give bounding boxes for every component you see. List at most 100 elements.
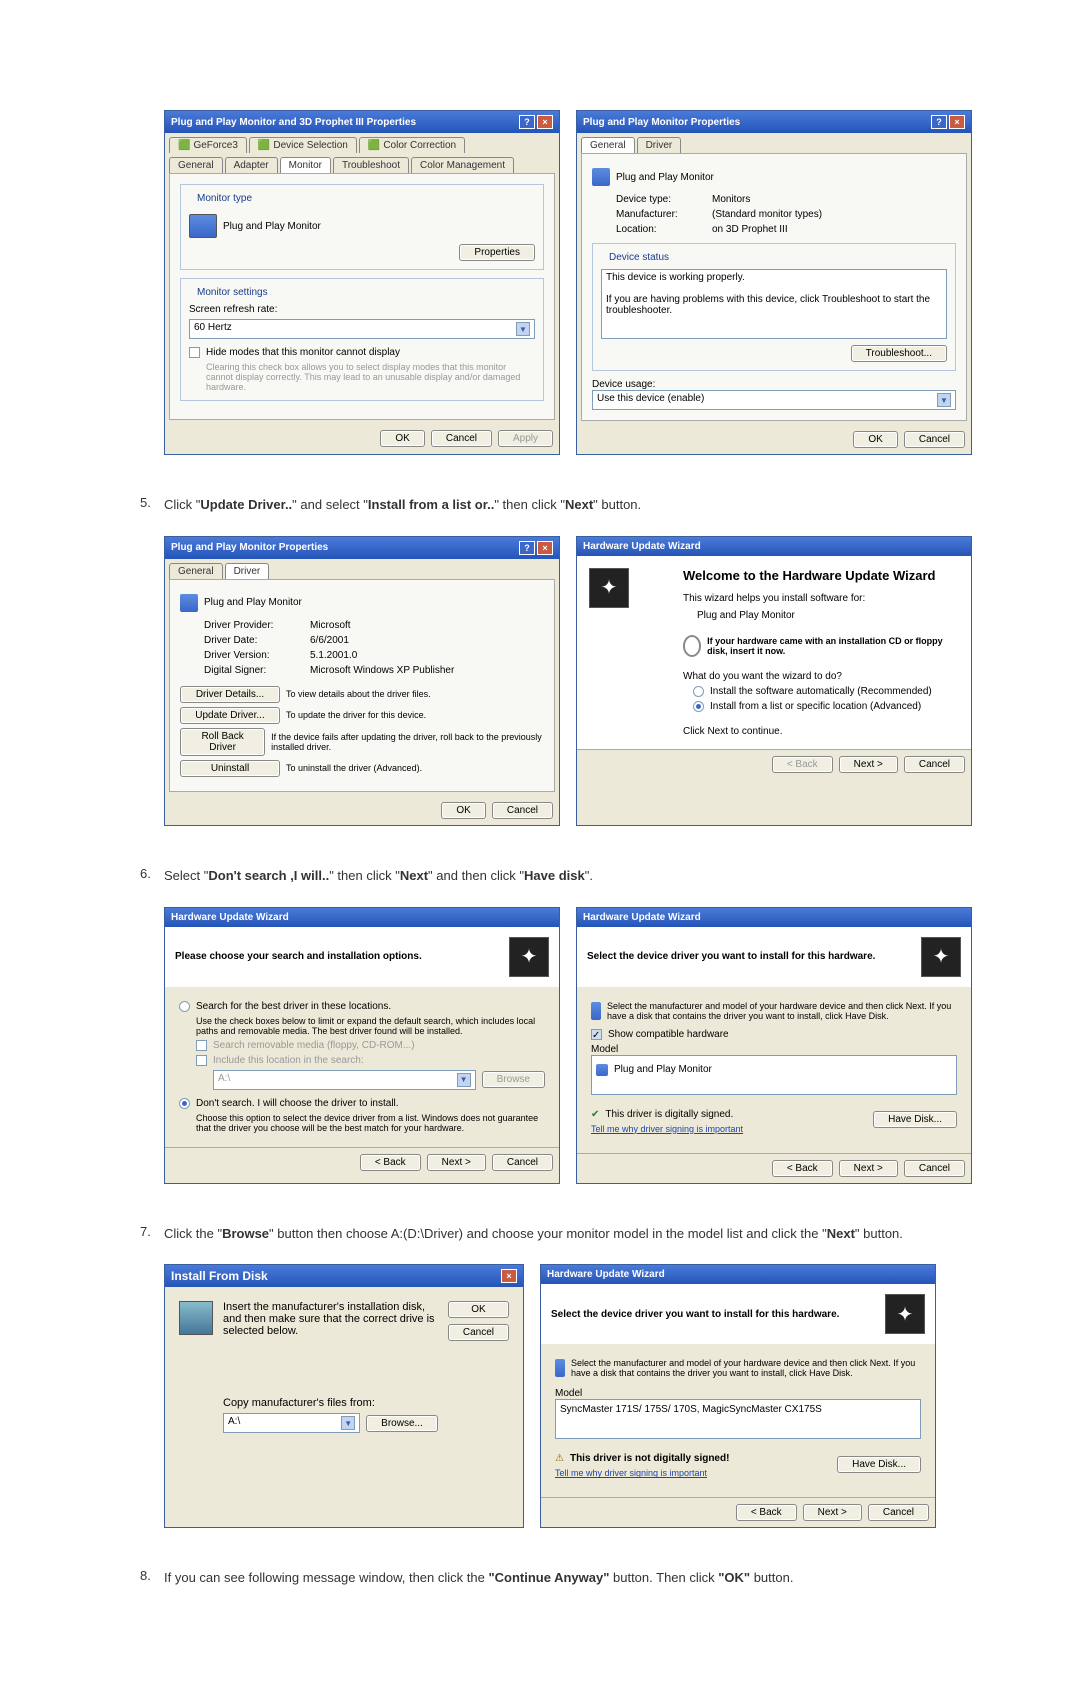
- wizard-desc: Select the manufacturer and model of you…: [571, 1358, 921, 1378]
- step-7-text: Click the "Browse" button then choose A:…: [164, 1224, 1040, 1245]
- model-item[interactable]: SyncMaster 171S/ 175S/ 170S, MagicSyncMa…: [560, 1404, 916, 1415]
- cancel-button[interactable]: Cancel: [904, 431, 965, 448]
- cancel-button[interactable]: Cancel: [904, 1160, 965, 1177]
- hide-modes-checkbox[interactable]: [189, 347, 200, 358]
- tab-color-correction[interactable]: 🟩 Color Correction: [359, 137, 465, 153]
- wizard-search-options: Hardware Update Wizard Please choose you…: [164, 907, 560, 1184]
- monitor-adapter-properties-dialog: Plug and Play Monitor and 3D Prophet III…: [164, 110, 560, 455]
- tab-device-selection[interactable]: 🟩 Device Selection: [249, 137, 357, 153]
- list-install-radio[interactable]: [693, 701, 704, 712]
- monitor-icon: [592, 168, 610, 186]
- step-7-number: 7.: [140, 1224, 164, 1245]
- auto-install-radio[interactable]: [693, 686, 704, 697]
- not-signed-text: This driver is not digitally signed!: [570, 1453, 729, 1464]
- back-button[interactable]: < Back: [360, 1154, 421, 1171]
- troubleshoot-button[interactable]: Troubleshoot...: [851, 345, 947, 362]
- close-icon[interactable]: ×: [501, 1269, 517, 1283]
- signed-text: This driver is digitally signed.: [605, 1109, 733, 1120]
- search-best-desc: Use the check boxes below to limit or ex…: [196, 1016, 545, 1036]
- title: Plug and Play Monitor Properties: [171, 542, 328, 553]
- back-button[interactable]: < Back: [772, 1160, 833, 1177]
- chevron-down-icon[interactable]: ▼: [341, 1416, 355, 1430]
- show-compatible-label: Show compatible hardware: [608, 1029, 729, 1040]
- cancel-button[interactable]: Cancel: [492, 1154, 553, 1171]
- next-button[interactable]: Next >: [427, 1154, 486, 1171]
- next-button[interactable]: Next >: [803, 1504, 862, 1521]
- manufacturer: (Standard monitor types): [712, 209, 822, 220]
- cancel-button[interactable]: Cancel: [448, 1324, 509, 1341]
- step-5-text: Click "Update Driver.." and select "Inst…: [164, 495, 1040, 516]
- help-icon[interactable]: ?: [931, 115, 947, 129]
- cancel-button[interactable]: Cancel: [431, 430, 492, 447]
- roll-back-button[interactable]: Roll Back Driver: [180, 728, 265, 756]
- install-from-disk-dialog: Install From Disk × Insert the manufactu…: [164, 1264, 524, 1528]
- device-usage-select[interactable]: Use this device (enable)▼: [592, 390, 956, 410]
- tab-general[interactable]: General: [169, 563, 223, 579]
- uninstall-button[interactable]: Uninstall: [180, 760, 280, 777]
- list-install-label: Install from a list or specific location…: [710, 701, 921, 712]
- tab-general[interactable]: General: [581, 137, 635, 153]
- ok-button[interactable]: OK: [853, 431, 897, 448]
- browse-button[interactable]: Browse...: [366, 1415, 438, 1432]
- help-icon[interactable]: ?: [519, 115, 535, 129]
- model-item[interactable]: Plug and Play Monitor: [614, 1064, 712, 1075]
- chevron-down-icon[interactable]: ▼: [516, 322, 530, 336]
- tab-troubleshoot[interactable]: Troubleshoot: [333, 157, 409, 173]
- browse-button: Browse: [482, 1071, 545, 1088]
- model-list[interactable]: Plug and Play Monitor: [591, 1055, 957, 1095]
- close-icon[interactable]: ×: [537, 115, 553, 129]
- driver-date: 6/6/2001: [310, 635, 349, 646]
- rollback-desc: If the device fails after updating the d…: [271, 732, 544, 752]
- click-next: Click Next to continue.: [683, 726, 955, 737]
- tab-driver[interactable]: Driver: [637, 137, 682, 153]
- signing-link[interactable]: Tell me why driver signing is important: [555, 1468, 707, 1478]
- wizard-welcome-heading: Welcome to the Hardware Update Wizard: [683, 568, 955, 583]
- properties-button[interactable]: Properties: [459, 244, 535, 261]
- cd-icon: [683, 635, 701, 657]
- wizard-icon: ✦: [589, 568, 629, 608]
- ok-button[interactable]: OK: [380, 430, 424, 447]
- refresh-rate-select[interactable]: 60 Hertz▼: [189, 319, 535, 339]
- title: Hardware Update Wizard: [583, 912, 701, 923]
- dont-search-radio[interactable]: [179, 1098, 190, 1109]
- help-icon[interactable]: ?: [519, 541, 535, 555]
- provider: Microsoft: [310, 620, 351, 631]
- provider-label: Driver Provider:: [204, 620, 304, 631]
- monitor-driver-properties-dialog: Plug and Play Monitor Properties ?× Gene…: [164, 536, 560, 826]
- next-button[interactable]: Next >: [839, 1160, 898, 1177]
- chevron-down-icon[interactable]: ▼: [937, 393, 951, 407]
- cancel-button[interactable]: Cancel: [868, 1504, 929, 1521]
- back-button[interactable]: < Back: [736, 1504, 797, 1521]
- model-list[interactable]: SyncMaster 171S/ 175S/ 170S, MagicSyncMa…: [555, 1399, 921, 1439]
- search-best-radio[interactable]: [179, 1001, 190, 1012]
- driver-details-button[interactable]: Driver Details...: [180, 686, 280, 703]
- close-icon[interactable]: ×: [537, 541, 553, 555]
- titlebar: Plug and Play Monitor Properties ? ×: [577, 111, 971, 133]
- tab-adapter[interactable]: Adapter: [225, 157, 278, 173]
- monitor-icon: [180, 594, 198, 612]
- path-select[interactable]: A:\▼: [223, 1413, 360, 1433]
- tab-monitor[interactable]: Monitor: [280, 157, 331, 173]
- wizard-question: What do you want the wizard to do?: [683, 671, 955, 682]
- have-disk-button[interactable]: Have Disk...: [837, 1456, 921, 1473]
- tab-row2: General Adapter Monitor Troubleshoot Col…: [165, 153, 559, 173]
- include-location-check: [196, 1055, 207, 1066]
- close-icon[interactable]: ×: [949, 115, 965, 129]
- tab-color-management[interactable]: Color Management: [411, 157, 514, 173]
- ok-button[interactable]: OK: [441, 802, 485, 819]
- tab-driver[interactable]: Driver: [225, 563, 270, 579]
- update-desc: To update the driver for this device.: [286, 710, 426, 720]
- signing-link[interactable]: Tell me why driver signing is important: [591, 1124, 743, 1134]
- tab-general[interactable]: General: [169, 157, 223, 173]
- update-driver-button[interactable]: Update Driver...: [180, 707, 280, 724]
- cancel-button[interactable]: Cancel: [492, 802, 553, 819]
- cancel-button[interactable]: Cancel: [904, 756, 965, 773]
- have-disk-button[interactable]: Have Disk...: [873, 1111, 957, 1128]
- show-compatible-check[interactable]: ✓: [591, 1029, 602, 1040]
- next-button[interactable]: Next >: [839, 756, 898, 773]
- device-type: Monitors: [712, 194, 750, 205]
- monitor-item-icon: [596, 1064, 608, 1076]
- model-label: Model: [591, 1044, 957, 1055]
- ok-button[interactable]: OK: [448, 1301, 509, 1318]
- tab-geforce3[interactable]: 🟩 GeForce3: [169, 137, 247, 153]
